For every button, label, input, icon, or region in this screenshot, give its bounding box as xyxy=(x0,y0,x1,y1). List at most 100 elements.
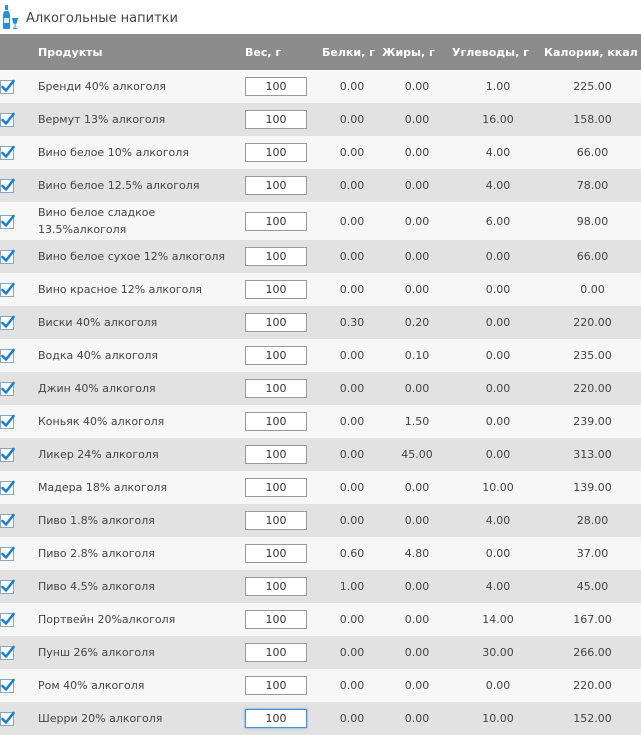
checkbox-checked-icon[interactable] xyxy=(0,178,15,193)
weight-cell xyxy=(245,405,322,438)
weight-input[interactable] xyxy=(245,643,307,662)
fat-value: 0.00 xyxy=(404,712,430,725)
row-checkbox-cell xyxy=(0,570,38,603)
checkbox-checked-icon[interactable] xyxy=(0,579,15,594)
table-header-row: Продукты Вес, г Белки, г Жиры, г Углевод… xyxy=(0,34,641,70)
weight-input[interactable] xyxy=(245,445,307,464)
fat-value: 0.00 xyxy=(404,514,430,527)
calories-value: 167.00 xyxy=(573,613,612,626)
weight-input[interactable] xyxy=(245,313,307,332)
row-checkbox-cell xyxy=(0,405,38,438)
carbs-value: 16.00 xyxy=(482,113,514,126)
table-row: Пиво 4.5% алкоголя 1.00 0.00 4.00 45.00 xyxy=(0,570,641,603)
fat-value: 0.00 xyxy=(404,214,430,228)
protein-value: 0.00 xyxy=(339,349,365,362)
fat-value: 0.00 xyxy=(404,283,430,296)
protein-value: 1.00 xyxy=(339,580,365,593)
carbs-value: 0.00 xyxy=(485,415,511,428)
checkbox-checked-icon[interactable] xyxy=(0,612,15,627)
checkbox-checked-icon[interactable] xyxy=(0,348,15,363)
carbs-value: 0.00 xyxy=(485,349,511,362)
header-weight: Вес, г xyxy=(245,45,282,59)
weight-input[interactable] xyxy=(245,478,307,497)
checkbox-checked-icon[interactable] xyxy=(0,112,15,127)
fat-value: 1.50 xyxy=(404,415,430,428)
weight-input[interactable] xyxy=(245,544,307,563)
protein-value: 0.00 xyxy=(339,712,365,725)
checkbox-checked-icon[interactable] xyxy=(0,513,15,528)
protein-value: 0.00 xyxy=(339,481,365,494)
fat-value: 0.00 xyxy=(404,80,430,93)
checkbox-checked-icon[interactable] xyxy=(0,678,15,693)
weight-cell xyxy=(245,537,322,570)
weight-input[interactable] xyxy=(245,110,307,129)
fat-value: 0.00 xyxy=(404,580,430,593)
table-row: Вино белое сухое 12% алкоголя 0.00 0.00 0.0… xyxy=(0,240,641,273)
fat-value: 4.80 xyxy=(404,547,430,560)
weight-input[interactable] xyxy=(245,676,307,695)
weight-input[interactable] xyxy=(245,412,307,431)
product-name: Пунш 26% алкоголя xyxy=(38,646,155,659)
protein-value: 0.00 xyxy=(339,250,365,263)
checkbox-checked-icon[interactable] xyxy=(0,381,15,396)
checkbox-checked-icon[interactable] xyxy=(0,79,15,94)
weight-cell xyxy=(245,169,322,202)
weight-input[interactable] xyxy=(245,77,307,96)
weight-input[interactable] xyxy=(245,577,307,596)
fat-value: 0.00 xyxy=(404,382,430,395)
weight-cell xyxy=(245,570,322,603)
fat-value: 45.00 xyxy=(401,448,433,461)
header-carbs: Углеводы, г xyxy=(452,45,529,59)
checkbox-checked-icon[interactable] xyxy=(0,145,15,160)
fat-value: 0.00 xyxy=(404,646,430,659)
weight-input[interactable] xyxy=(245,610,307,629)
weight-input[interactable] xyxy=(245,511,307,530)
fat-value: 0.00 xyxy=(404,250,430,263)
table-row: Ром 40% алкоголя 0.00 0.00 0.00 220.00 xyxy=(0,669,641,702)
checkbox-checked-icon[interactable] xyxy=(0,249,15,264)
weight-input[interactable] xyxy=(245,247,307,266)
weight-input[interactable] xyxy=(245,143,307,162)
weight-input[interactable] xyxy=(245,346,307,365)
fat-value: 0.20 xyxy=(404,316,430,329)
checkbox-checked-icon[interactable] xyxy=(0,447,15,462)
protein-value: 0.00 xyxy=(339,679,365,692)
header-protein: Белки, г xyxy=(322,45,375,59)
product-name: Вино белое сладкое 13.5%алкоголя xyxy=(38,206,156,236)
row-checkbox-cell xyxy=(0,471,38,504)
table-row: Портвейн 20%алкоголя 0.00 0.00 14.00 167.00 xyxy=(0,603,641,636)
product-name: Коньяк 40% алкоголя xyxy=(38,415,165,428)
weight-input[interactable] xyxy=(245,709,307,728)
checkbox-checked-icon[interactable] xyxy=(0,315,15,330)
weight-input[interactable] xyxy=(245,280,307,299)
carbs-value: 0.00 xyxy=(485,382,511,395)
checkbox-checked-icon[interactable] xyxy=(0,414,15,429)
fat-value: 0.00 xyxy=(404,146,430,159)
weight-cell xyxy=(245,339,322,372)
weight-input[interactable] xyxy=(245,211,307,231)
carbs-value: 4.00 xyxy=(485,146,511,159)
carbs-value: 30.00 xyxy=(482,646,514,659)
checkbox-checked-icon[interactable] xyxy=(0,480,15,495)
table-body: Бренди 40% алкоголя 0.00 0.00 1.00 225.00 Вер… xyxy=(0,70,641,735)
protein-value: 0.00 xyxy=(339,514,365,527)
product-name: Пиво 2.8% алкоголя xyxy=(38,547,155,560)
carbs-value: 0.00 xyxy=(485,283,511,296)
carbs-value: 4.00 xyxy=(485,580,511,593)
checkbox-checked-icon[interactable] xyxy=(0,546,15,561)
carbs-value: 0.00 xyxy=(485,448,511,461)
calories-value: 66.00 xyxy=(576,250,609,263)
table-row: Водка 40% алкоголя 0.00 0.10 0.00 235.00 xyxy=(0,339,641,372)
checkbox-checked-icon[interactable] xyxy=(0,214,15,229)
weight-input[interactable] xyxy=(245,379,307,398)
product-name: Пиво 1.8% алкоголя xyxy=(38,514,155,527)
table-row: Пунш 26% алкоголя 0.00 0.00 30.00 266.00 xyxy=(0,636,641,669)
checkbox-checked-icon[interactable] xyxy=(0,645,15,660)
weight-input[interactable] xyxy=(245,176,307,195)
product-name: Джин 40% алкоголя xyxy=(38,382,156,395)
weight-cell xyxy=(245,669,322,702)
checkbox-checked-icon[interactable] xyxy=(0,282,15,297)
weight-cell xyxy=(245,103,322,136)
checkbox-checked-icon[interactable] xyxy=(0,711,15,726)
calories-value: 158.00 xyxy=(573,113,612,126)
